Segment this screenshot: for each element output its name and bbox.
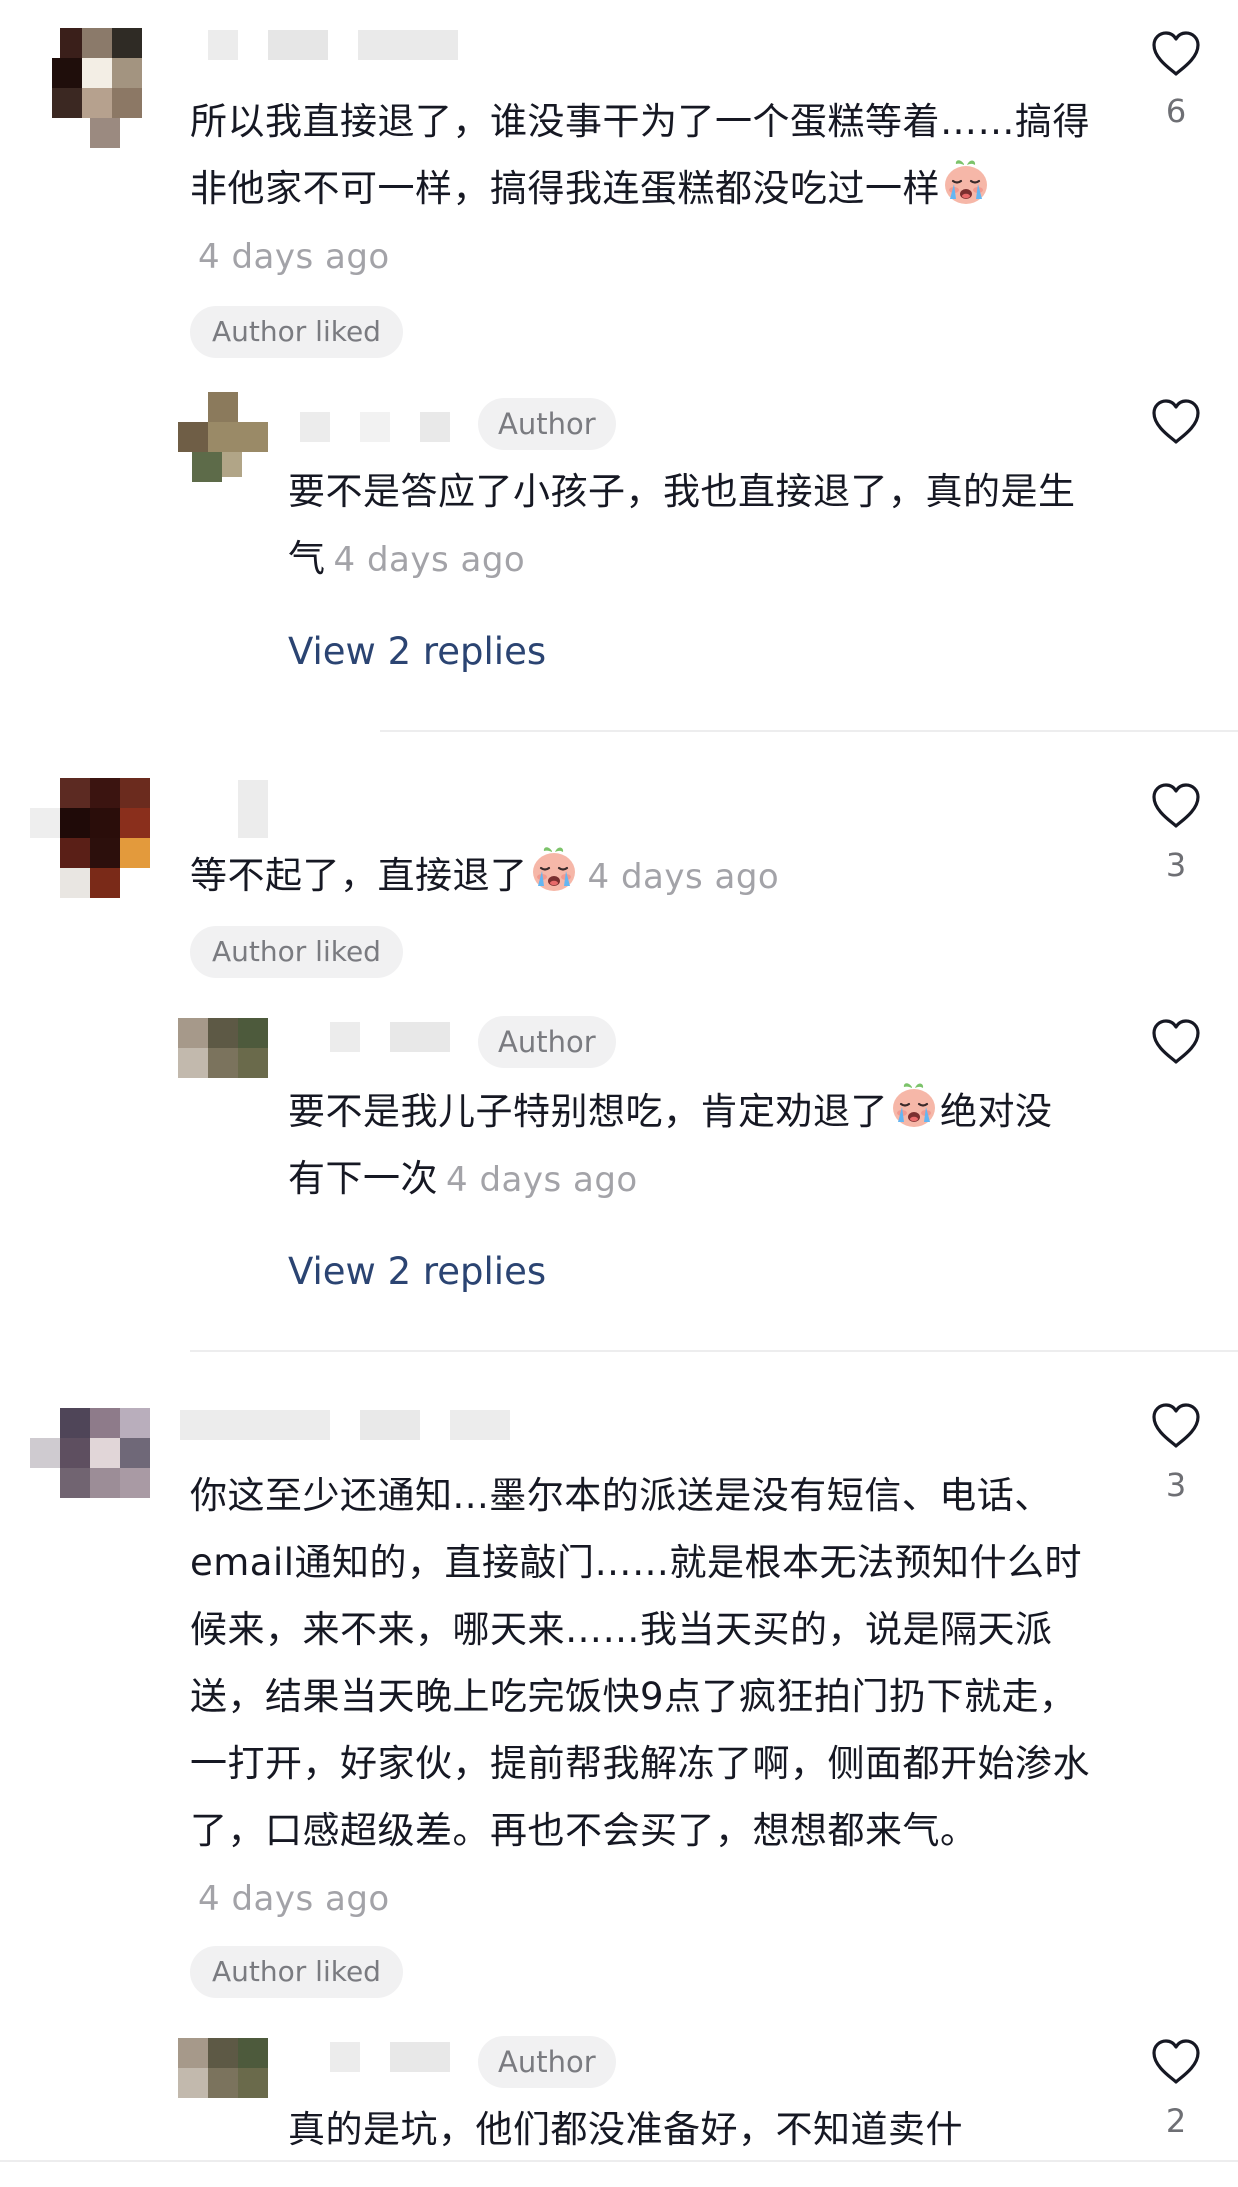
heart-outline-icon[interactable] [1150,782,1202,830]
comment-text: 等不起了，直接退了 4 days ago [190,842,1090,911]
like-count: 3 [1165,1466,1187,1504]
timestamp: 4 days ago [198,237,390,277]
timestamp: 4 days ago [198,1879,390,1919]
avatar[interactable] [178,1018,273,1080]
avatar[interactable] [42,28,152,148]
heart-outline-icon[interactable] [1150,1402,1202,1450]
crying-face-emoji [940,155,992,207]
author-badge: Author [478,2036,616,2088]
author-badge: Author [478,398,616,450]
reply-text: 真的是坑，他们都没准备好，不知道卖什 [288,2096,1088,2163]
like-count: 2 [1165,2102,1187,2140]
timestamp: 4 days ago [587,857,780,897]
timestamp: 4 days ago [333,540,526,580]
comment-text: 所以我直接退了，谁没事干为了一个蛋糕等着……搞得非他家不可一样，搞得我连蛋糕都没… [190,88,1090,291]
author-liked-badge: Author liked [190,306,403,358]
comment-body: 你这至少还通知...墨尔本的派送是没有短信、电话、email通知的，直接敲门……… [190,1474,1090,1852]
divider [190,1350,1238,1352]
comment-text: 你这至少还通知...墨尔本的派送是没有短信、电话、email通知的，直接敲门……… [190,1462,1090,1933]
divider [0,2160,1238,2162]
author-badge: Author [478,1016,616,1068]
comment-body: 等不起了，直接退了 [190,854,528,897]
avatar[interactable] [30,778,154,902]
like-count: 6 [1165,92,1187,130]
crying-face-emoji [888,1078,940,1130]
reply-text: 要不是答应了小孩子，我也直接退了，真的是生气 4 days ago [288,458,1088,594]
heart-outline-icon[interactable] [1150,30,1202,78]
like-count: 3 [1165,846,1187,884]
author-liked-badge: Author liked [190,926,403,978]
reply-body: 真的是坑，他们都没准备好，不知道卖什 [288,2108,963,2151]
crying-face-emoji [528,842,580,894]
reply-text: 要不是我儿子特别想吃，肯定劝退了 绝对没有下一次 4 days ago [288,1078,1088,1214]
timestamp: 4 days ago [446,1160,638,1200]
avatar[interactable] [178,392,273,482]
avatar[interactable] [178,2038,273,2100]
heart-outline-icon[interactable] [1150,2038,1202,2086]
view-replies-link[interactable]: View 2 replies [288,630,546,673]
reply-body: 要不是我儿子特别想吃，肯定劝退了 [288,1090,888,1133]
view-replies-link[interactable]: View 2 replies [288,1250,546,1293]
heart-outline-icon[interactable] [1150,398,1202,446]
heart-outline-icon[interactable] [1150,1018,1202,1066]
divider [380,730,1238,732]
author-liked-badge: Author liked [190,1946,403,1998]
avatar[interactable] [30,1408,154,1500]
